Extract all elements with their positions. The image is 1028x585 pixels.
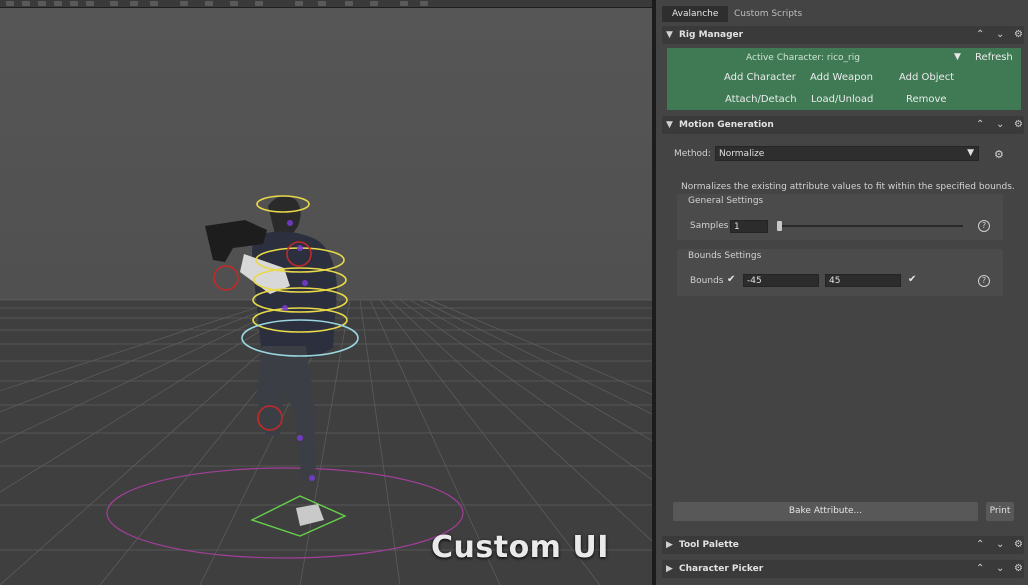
toolbar-button[interactable] <box>86 1 94 6</box>
toolbar-button[interactable] <box>400 1 408 6</box>
bounds-label: Bounds <box>690 276 724 286</box>
tool-palette-title: Tool Palette <box>679 540 739 550</box>
character-picker-header[interactable]: ▶ Character Picker ⌃ ⌄ ⚙ <box>662 560 1024 578</box>
move-up-icon[interactable]: ⌃ <box>976 539 984 551</box>
general-settings-group: General Settings Samples 1 ? <box>677 194 1003 240</box>
samples-label: Samples <box>690 221 729 231</box>
rig-manager-body: Active Character: rico_rig ▼ Refresh Add… <box>667 48 1021 110</box>
settings-gear-icon[interactable]: ⚙ <box>1014 563 1023 575</box>
toolbar-button[interactable] <box>22 1 30 6</box>
refresh-button[interactable]: Refresh <box>975 52 1013 63</box>
toolbar-button[interactable] <box>110 1 118 6</box>
move-down-icon[interactable]: ⌄ <box>996 119 1004 131</box>
active-character-label: Active Character: rico_rig <box>746 53 860 63</box>
toolbar-button[interactable] <box>318 1 326 6</box>
toolbar-button[interactable] <box>420 1 428 6</box>
add-weapon-button[interactable]: Add Weapon <box>810 72 873 83</box>
top-toolbar <box>0 0 652 8</box>
move-down-icon[interactable]: ⌄ <box>996 563 1004 575</box>
toolbar-button[interactable] <box>130 1 138 6</box>
toolbar-button[interactable] <box>255 1 263 6</box>
samples-slider[interactable] <box>777 225 963 227</box>
collapse-arrow-icon[interactable]: ▶ <box>666 564 673 574</box>
bake-attribute-button[interactable]: Bake Attribute... <box>673 502 978 521</box>
move-up-icon[interactable]: ⌃ <box>976 563 984 575</box>
motion-generation-header[interactable]: ▼ Motion Generation ⌃ ⌄ ⚙ <box>662 116 1024 134</box>
bounds-max-input[interactable]: 45 <box>825 274 901 287</box>
rig-manager-header[interactable]: ▼ Rig Manager ⌃ ⌄ ⚙ <box>662 26 1024 44</box>
toolbar-button[interactable] <box>54 1 62 6</box>
tab-bar: Avalanche Custom Scripts <box>656 6 1028 22</box>
expand-arrow-icon[interactable]: ▼ <box>666 120 673 130</box>
bounds-min-checkbox[interactable]: ✔ <box>727 274 735 285</box>
add-character-button[interactable]: Add Character <box>724 72 796 83</box>
tab-avalanche[interactable]: Avalanche <box>662 6 729 22</box>
rig-manager-title: Rig Manager <box>679 30 744 40</box>
collapse-arrow-icon[interactable]: ▶ <box>666 540 673 550</box>
method-description: Normalizes the existing attribute values… <box>681 182 1015 192</box>
tab-custom-scripts[interactable]: Custom Scripts <box>724 6 812 22</box>
toolbar-button[interactable] <box>230 1 238 6</box>
method-settings-gear-icon[interactable]: ⚙ <box>994 148 1004 161</box>
samples-input[interactable]: 1 <box>730 220 768 233</box>
character-dropdown-icon[interactable]: ▼ <box>954 52 961 62</box>
add-object-button[interactable]: Add Object <box>899 72 954 83</box>
toolbar-button[interactable] <box>205 1 213 6</box>
settings-gear-icon[interactable]: ⚙ <box>1014 119 1023 131</box>
motion-generation-title: Motion Generation <box>679 120 774 130</box>
remove-button[interactable]: Remove <box>906 94 947 105</box>
expand-arrow-icon[interactable]: ▼ <box>666 30 673 40</box>
character-picker-title: Character Picker <box>679 564 764 574</box>
method-label: Method: <box>674 149 711 159</box>
print-button[interactable]: Print <box>986 502 1014 521</box>
tool-palette-header[interactable]: ▶ Tool Palette ⌃ ⌄ ⚙ <box>662 536 1024 554</box>
method-dropdown[interactable]: Normalize ▼ <box>715 146 979 161</box>
move-up-icon[interactable]: ⌃ <box>976 29 984 41</box>
move-up-icon[interactable]: ⌃ <box>976 119 984 131</box>
toolbar-button[interactable] <box>6 1 14 6</box>
move-down-icon[interactable]: ⌄ <box>996 539 1004 551</box>
toolbar-button[interactable] <box>70 1 78 6</box>
settings-gear-icon[interactable]: ⚙ <box>1014 539 1023 551</box>
toolbar-button[interactable] <box>295 1 303 6</box>
load-unload-button[interactable]: Load/Unload <box>811 94 873 105</box>
bounds-help-icon[interactable]: ? <box>978 275 990 287</box>
bounds-settings-title: Bounds Settings <box>688 251 762 261</box>
3d-viewport[interactable]: Custom UI <box>0 8 652 585</box>
general-settings-title: General Settings <box>688 196 764 206</box>
attach-detach-button[interactable]: Attach/Detach <box>725 94 797 105</box>
move-down-icon[interactable]: ⌄ <box>996 29 1004 41</box>
bounds-min-input[interactable]: -45 <box>743 274 819 287</box>
toolbar-button[interactable] <box>38 1 46 6</box>
settings-gear-icon[interactable]: ⚙ <box>1014 29 1023 41</box>
toolbar-button[interactable] <box>180 1 188 6</box>
active-character-value: rico_rig <box>826 53 860 63</box>
toolbar-button[interactable] <box>345 1 353 6</box>
samples-slider-handle[interactable] <box>777 221 782 231</box>
viewport-caption: Custom UI <box>431 530 609 565</box>
samples-help-icon[interactable]: ? <box>978 220 990 232</box>
method-value: Normalize <box>719 149 765 159</box>
viewport-scene <box>0 8 652 585</box>
bounds-settings-group: Bounds Settings Bounds ✔ -45 45 ✔ ? <box>677 249 1003 296</box>
chevron-down-icon: ▼ <box>967 148 974 158</box>
toolbar-button[interactable] <box>150 1 158 6</box>
bounds-max-checkbox[interactable]: ✔ <box>908 274 916 285</box>
toolbar-button[interactable] <box>370 1 378 6</box>
